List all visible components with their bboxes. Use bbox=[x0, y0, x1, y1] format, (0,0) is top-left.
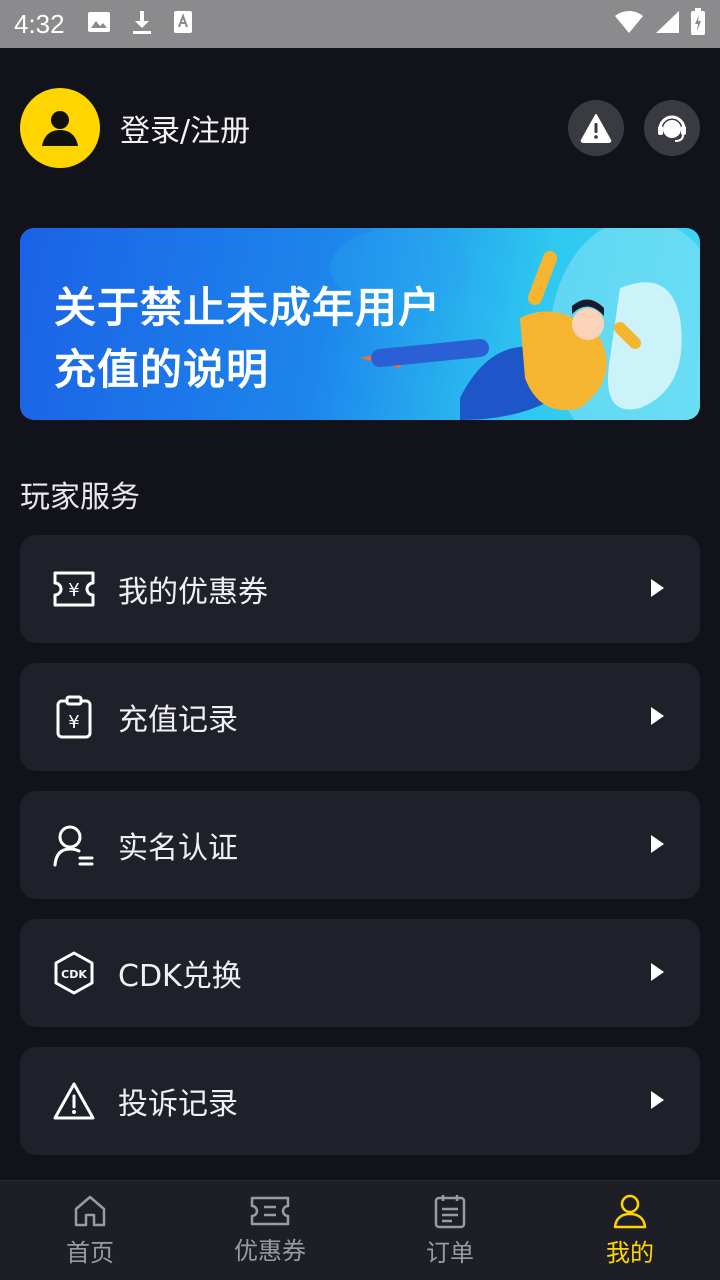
menu-item-coupons[interactable]: ¥ 我的优惠券 bbox=[20, 535, 700, 643]
svg-text:¥: ¥ bbox=[68, 712, 79, 733]
alert-icon bbox=[580, 114, 612, 143]
warning-icon bbox=[52, 1079, 96, 1123]
nav-item-label: 首页 bbox=[66, 1239, 114, 1267]
signal-icon bbox=[654, 10, 680, 38]
profile-header: 登录/注册 bbox=[20, 88, 700, 168]
nav-item-profile[interactable]: 我的 bbox=[540, 1181, 720, 1280]
home-icon bbox=[74, 1195, 106, 1227]
user-verify-icon bbox=[52, 823, 96, 867]
chevron-right-icon bbox=[651, 707, 664, 725]
chevron-right-icon bbox=[651, 835, 664, 853]
cdk-icon: CDK bbox=[52, 951, 96, 995]
nav-item-home[interactable]: 首页 bbox=[0, 1181, 180, 1280]
image-notification-icon bbox=[87, 11, 111, 37]
order-icon bbox=[434, 1195, 466, 1229]
avatar[interactable] bbox=[20, 88, 100, 168]
nav-item-label: 我的 bbox=[606, 1239, 654, 1267]
announcement-banner[interactable]: 关于禁止未成年用户 充值的说明 bbox=[20, 228, 700, 420]
headset-icon bbox=[658, 115, 686, 142]
svg-text:CDK: CDK bbox=[61, 968, 87, 981]
download-icon bbox=[131, 9, 153, 39]
status-bar: 4:32 bbox=[0, 0, 720, 48]
wifi-icon bbox=[614, 10, 644, 38]
menu-item-label: 实名认证 bbox=[118, 831, 238, 866]
nav-item-coupons[interactable]: 优惠券 bbox=[180, 1181, 360, 1280]
section-title: 玩家服务 bbox=[20, 480, 140, 515]
status-time: 4:32 bbox=[14, 8, 65, 39]
nav-item-label: 订单 bbox=[426, 1239, 474, 1267]
menu-item-label: CDK兑换 bbox=[118, 959, 242, 994]
user-avatar-icon bbox=[42, 111, 78, 146]
menu-item-label: 投诉记录 bbox=[118, 1087, 238, 1122]
svg-text:¥: ¥ bbox=[68, 580, 79, 601]
menu-item-label: 我的优惠券 bbox=[118, 575, 268, 610]
battery-icon bbox=[690, 8, 706, 40]
menu-item-real-name-verification[interactable]: 实名认证 bbox=[20, 791, 700, 899]
menu-item-cdk-exchange[interactable]: CDK CDK兑换 bbox=[20, 919, 700, 1027]
chevron-right-icon bbox=[651, 579, 664, 597]
banner-title-line2: 充值的说明 bbox=[54, 345, 270, 394]
menu-item-label: 充值记录 bbox=[118, 703, 238, 738]
chevron-right-icon bbox=[651, 963, 664, 981]
chevron-right-icon bbox=[651, 1091, 664, 1109]
coupon-icon: ¥ bbox=[52, 567, 96, 611]
profile-icon bbox=[613, 1194, 647, 1229]
customer-service-button[interactable] bbox=[644, 100, 700, 156]
alert-button[interactable] bbox=[568, 100, 624, 156]
nav-item-orders[interactable]: 订单 bbox=[360, 1181, 540, 1280]
text-notification-icon bbox=[173, 10, 193, 38]
bottom-navigation: 首页 优惠券 订单 我的 bbox=[0, 1180, 720, 1280]
menu-item-complaint-record[interactable]: 投诉记录 bbox=[20, 1047, 700, 1155]
banner-title-line1: 关于禁止未成年用户 bbox=[54, 283, 442, 332]
nav-item-label: 优惠券 bbox=[234, 1237, 306, 1265]
menu-item-recharge-record[interactable]: ¥ 充值记录 bbox=[20, 663, 700, 771]
recharge-record-icon: ¥ bbox=[52, 695, 96, 739]
coupon-icon bbox=[250, 1196, 290, 1226]
login-register-link[interactable]: 登录/注册 bbox=[120, 106, 250, 150]
